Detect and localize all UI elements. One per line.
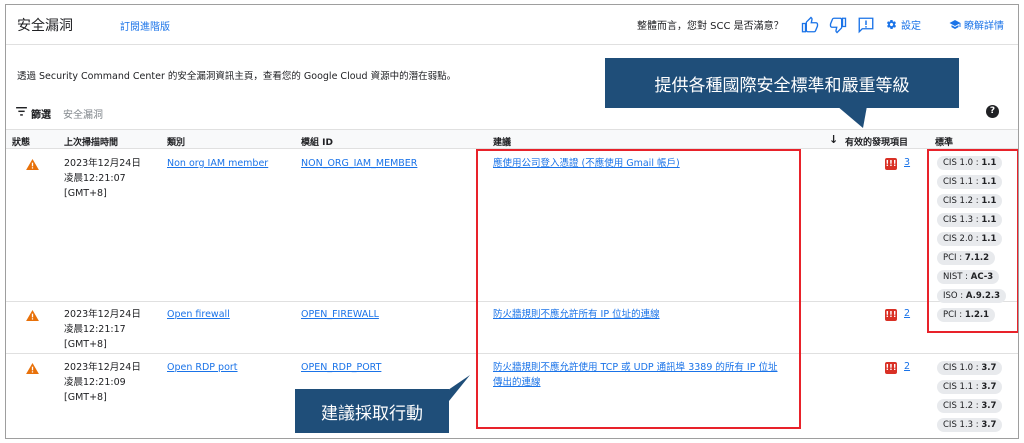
category-link[interactable]: Non org IAM member — [167, 156, 268, 171]
standards-highlight-box — [927, 149, 1018, 333]
standards-callout: 提供各種國際安全標準和嚴重等級 — [605, 58, 959, 108]
scan-time: 2023年12月24日 凌晨12:21:09 [GMT+8] — [64, 362, 141, 403]
thumbs-up-icon[interactable] — [799, 14, 821, 36]
sort-arrow-icon[interactable]: ↓ — [829, 133, 838, 146]
filter-icon — [16, 107, 27, 116]
standard-chip: CIS 1.2 : 3.7 — [937, 399, 1003, 413]
settings-label: 設定 — [901, 21, 921, 32]
filter-input[interactable]: 安全漏洞 — [63, 106, 103, 121]
gear-icon — [886, 19, 897, 30]
standards-callout-pointer — [837, 106, 867, 128]
learn-more-button[interactable]: 瞭解詳情 — [949, 17, 1004, 32]
scan-time: 2023年12月24日 凌晨12:21:17 [GMT+8] — [64, 309, 141, 350]
intro-text: 透過 Security Command Center 的安全漏洞資訊主頁，查看您… — [17, 71, 457, 82]
findings-count[interactable]: 2 — [904, 361, 910, 372]
severity-critical-icon: !!! — [885, 158, 897, 170]
category-link[interactable]: Open firewall — [167, 307, 230, 322]
page-title: 安全漏洞 — [17, 18, 73, 34]
column-last-scan[interactable]: 上次掃描時間 — [64, 135, 118, 148]
column-recommendation[interactable]: 建議 — [493, 135, 511, 148]
table-header: 狀態 上次掃描時間 類別 模組 ID 建議 ↓ 有效的發現項目 標準 — [6, 129, 1018, 149]
filter-label: 篩選 — [31, 110, 51, 121]
column-category[interactable]: 類別 — [167, 135, 185, 148]
warning-icon — [26, 159, 39, 170]
recommendation-highlight-box — [476, 149, 801, 429]
thumbs-down-icon[interactable] — [827, 14, 849, 36]
column-standards[interactable]: 標準 — [935, 135, 953, 148]
column-status[interactable]: 狀態 — [12, 135, 30, 148]
scan-time: 2023年12月24日 凌晨12:21:07 [GMT+8] — [64, 158, 141, 199]
module-id-link[interactable]: OPEN_FIREWALL — [301, 307, 379, 322]
standard-chip: CIS 1.3 : 3.7 — [937, 418, 1003, 432]
feedback-icon[interactable] — [855, 14, 877, 36]
category-link[interactable]: Open RDP port — [167, 360, 238, 375]
learn-more-label: 瞭解詳情 — [964, 21, 1004, 32]
upgrade-link[interactable]: 訂閱進階版 — [120, 18, 170, 33]
column-active-findings[interactable]: 有效的發現項目 — [845, 135, 908, 148]
settings-button[interactable]: 設定 — [886, 17, 921, 32]
module-id-link[interactable]: NON_ORG_IAM_MEMBER — [301, 156, 417, 171]
severity-critical-icon: !!! — [885, 362, 897, 374]
action-callout-pointer — [432, 375, 470, 401]
warning-icon — [26, 310, 39, 321]
severity-critical-icon: !!! — [885, 309, 897, 321]
findings-count[interactable]: 2 — [904, 308, 910, 319]
help-icon[interactable]: ? — [986, 105, 999, 118]
module-id-link[interactable]: OPEN_RDP_PORT — [301, 360, 381, 375]
action-callout: 建議採取行動 — [295, 389, 449, 433]
standard-chip: CIS 1.0 : 3.7 — [937, 361, 1003, 375]
findings-count[interactable]: 3 — [904, 157, 910, 168]
top-bar: 安全漏洞 訂閱進階版 整體而言，您對 SCC 是否滿意？ 設定 瞭解詳情 — [6, 5, 1018, 45]
standard-chip: CIS 1.1 : 3.7 — [937, 380, 1003, 394]
warning-icon — [26, 363, 39, 374]
column-module-id[interactable]: 模組 ID — [301, 135, 333, 148]
school-icon — [949, 20, 961, 29]
survey-question: 整體而言，您對 SCC 是否滿意？ — [637, 21, 784, 32]
app-window: 安全漏洞 訂閱進階版 整體而言，您對 SCC 是否滿意？ 設定 瞭解詳情 透過 … — [5, 4, 1019, 439]
